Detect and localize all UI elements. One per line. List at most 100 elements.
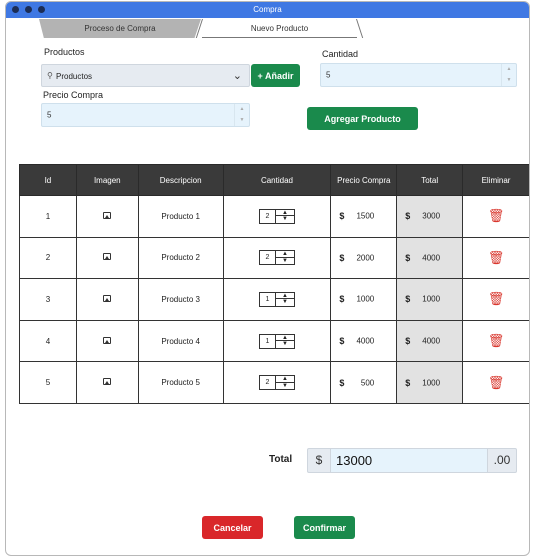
trash-icon[interactable]: 🗑	[488, 208, 505, 224]
decrement-icon[interactable]: ▼	[235, 115, 249, 126]
total-input-group: $ 13000 .00	[307, 448, 517, 473]
cell-id: 4	[19, 319, 77, 363]
currency-symbol: $	[339, 377, 345, 388]
price-value: 1500	[356, 211, 375, 221]
cell-total: $1000	[396, 278, 464, 321]
header-imagen: Imagen	[75, 164, 139, 196]
cell-descripcion: Producto 4	[137, 319, 224, 363]
cell-precio: $500	[330, 361, 398, 404]
cantidad-stepper[interactable]: ▲ ▼	[501, 64, 516, 86]
quantity-value[interactable]: 1	[260, 292, 276, 306]
productos-select-value: Productos	[56, 72, 93, 81]
cell-descripcion: Producto 3	[137, 278, 224, 321]
minimize-window-icon[interactable]	[25, 6, 32, 13]
productos-select[interactable]: ⚲ Productos ⌄	[41, 64, 250, 87]
decrement-icon[interactable]: ▼	[502, 75, 516, 86]
cell-id: 1	[19, 195, 77, 238]
increment-icon[interactable]: ▲	[502, 64, 516, 75]
table-row: 2 Producto 2 2 ▲ ▼ $2000 $4000 🗑	[19, 236, 529, 280]
header-precio-compra: Precio Compra	[330, 164, 398, 196]
total-value: 1000	[422, 378, 441, 388]
cell-eliminar: 🗑	[462, 361, 529, 404]
precio-compra-input[interactable]: 5 ▲ ▼	[41, 103, 250, 127]
quantity-stepper[interactable]: 1 ▲ ▼	[258, 291, 295, 307]
cell-eliminar: 🗑	[462, 195, 529, 238]
cell-total: $4000	[396, 236, 464, 280]
close-window-icon[interactable]	[12, 6, 19, 13]
quantity-stepper[interactable]: 1 ▲ ▼	[258, 333, 295, 349]
confirm-button[interactable]: Confirmar	[294, 516, 355, 539]
price-value: 500	[360, 378, 375, 388]
decrement-icon[interactable]: ▼	[276, 216, 294, 223]
header-id: Id	[19, 164, 77, 196]
image-icon	[103, 336, 112, 344]
cell-precio: $4000	[330, 319, 398, 363]
quantity-stepper[interactable]: 2 ▲ ▼	[258, 208, 295, 224]
total-value: 4000	[422, 336, 441, 346]
cell-precio: $2000	[330, 236, 398, 280]
cell-descripcion: Producto 2	[137, 236, 224, 280]
table-row: 3 Producto 3 1 ▲ ▼ $1000 $1000 🗑	[19, 278, 529, 321]
tab-proceso-de-compra[interactable]: Proceso de Compra	[39, 19, 201, 38]
precio-compra-value: 5	[47, 110, 52, 120]
cell-precio: $1000	[330, 278, 398, 321]
decrement-icon[interactable]: ▼	[276, 258, 294, 265]
products-table: Id Imagen Descripcion Cantidad Precio Co…	[19, 164, 529, 404]
productos-label: Productos	[44, 47, 85, 57]
cancel-button[interactable]: Cancelar	[202, 516, 263, 539]
image-icon	[103, 211, 112, 219]
quantity-value[interactable]: 2	[260, 209, 276, 223]
price-value: 4000	[356, 336, 375, 346]
decrement-icon[interactable]: ▼	[276, 383, 294, 390]
quantity-value[interactable]: 2	[260, 376, 276, 390]
trash-icon[interactable]: 🗑	[488, 250, 505, 266]
image-icon	[103, 253, 112, 261]
price-value: 2000	[356, 253, 375, 263]
window-controls	[12, 6, 45, 13]
tab-nuevo-producto[interactable]: Nuevo Producto	[202, 19, 357, 38]
currency-symbol: $	[405, 252, 411, 263]
cell-cantidad: 2 ▲ ▼	[222, 195, 332, 238]
header-cantidad: Cantidad	[222, 164, 332, 196]
image-icon	[103, 294, 112, 302]
currency-symbol: $	[339, 252, 345, 263]
cell-cantidad: 2 ▲ ▼	[222, 236, 332, 280]
add-product-button[interactable]: + Añadir	[251, 64, 300, 87]
quantity-value[interactable]: 1	[260, 334, 276, 348]
quantity-value[interactable]: 2	[260, 251, 276, 265]
cell-total: $1000	[396, 361, 464, 404]
cell-descripcion: Producto 1	[137, 195, 224, 238]
cell-precio: $1500	[330, 195, 398, 238]
cell-eliminar: 🗑	[462, 319, 529, 363]
increment-icon[interactable]: ▲	[235, 104, 249, 115]
cell-cantidad: 1 ▲ ▼	[222, 278, 332, 321]
header-eliminar: Eliminar	[462, 164, 529, 196]
currency-symbol: $	[405, 377, 411, 388]
cell-imagen	[75, 278, 139, 321]
cell-id: 3	[19, 278, 77, 321]
quantity-stepper[interactable]: 2 ▲ ▼	[258, 375, 295, 391]
quantity-stepper[interactable]: 2 ▲ ▼	[258, 250, 295, 266]
decrement-icon[interactable]: ▼	[276, 341, 294, 348]
cell-imagen	[75, 361, 139, 404]
currency-symbol: $	[405, 211, 411, 222]
currency-symbol: $	[339, 294, 345, 305]
precio-compra-label: Precio Compra	[43, 90, 104, 100]
trash-icon[interactable]: 🗑	[488, 375, 505, 391]
trash-icon[interactable]: 🗑	[488, 291, 505, 307]
total-value-field[interactable]: 13000	[330, 448, 488, 473]
maximize-window-icon[interactable]	[38, 6, 45, 13]
chevron-down-icon: ⌄	[232, 70, 242, 82]
table-header-row: Id Imagen Descripcion Cantidad Precio Co…	[19, 164, 529, 196]
price-value: 1000	[356, 294, 375, 304]
cantidad-input[interactable]: 5 ▲ ▼	[320, 63, 517, 87]
cell-imagen	[75, 236, 139, 280]
decrement-icon[interactable]: ▼	[276, 299, 294, 306]
trash-icon[interactable]: 🗑	[488, 333, 505, 349]
cell-imagen	[75, 195, 139, 238]
agregar-producto-button[interactable]: Agregar Producto	[307, 107, 418, 130]
precio-compra-stepper[interactable]: ▲ ▼	[234, 104, 249, 126]
purchase-window: Compra Proceso de Compra Nuevo Producto …	[5, 1, 530, 556]
header-total: Total	[396, 164, 464, 196]
currency-symbol: $	[405, 336, 411, 347]
